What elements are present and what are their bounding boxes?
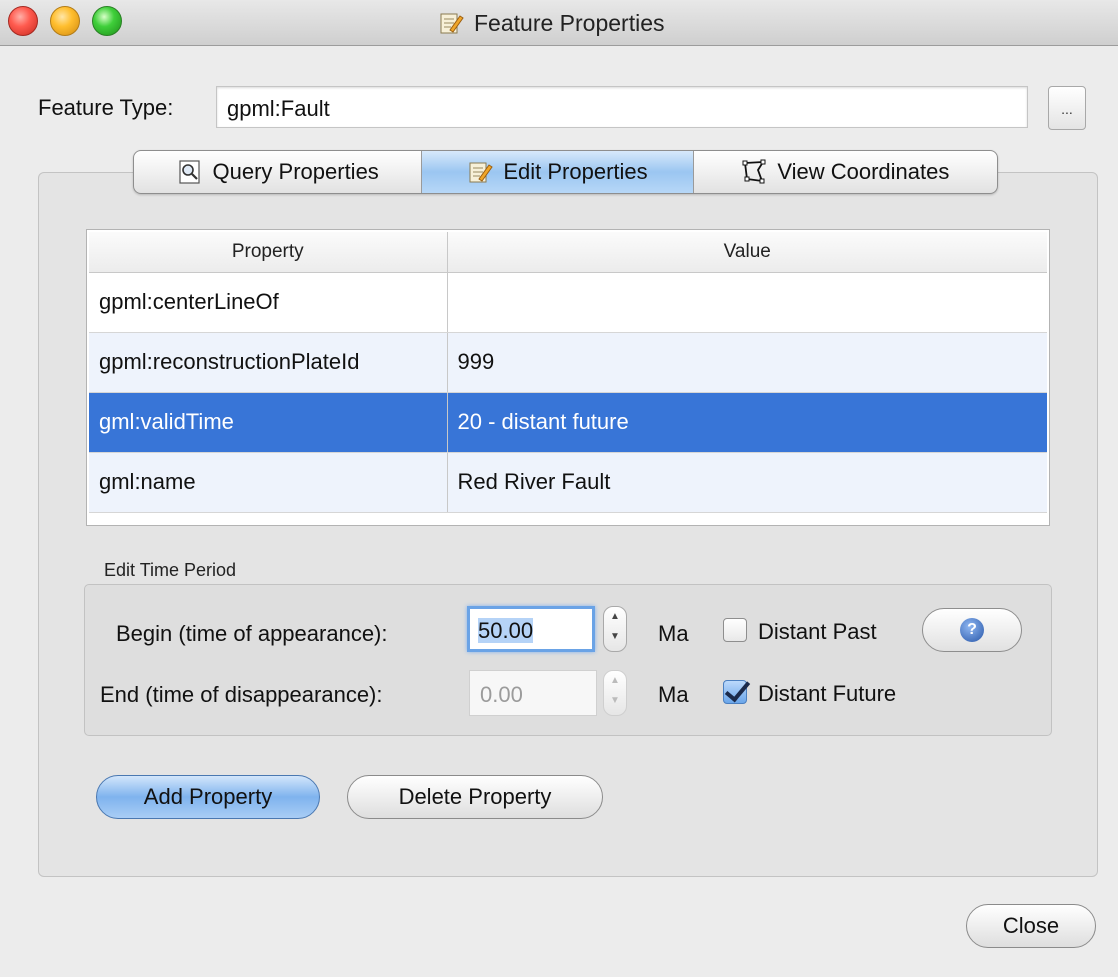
table-row-selected[interactable]: gml:validTime 20 - distant future — [89, 392, 1047, 453]
tab-edit-properties-label: Edit Properties — [503, 159, 648, 184]
time-period-group-title: Edit Time Period — [104, 560, 237, 580]
distant-future-checkbox[interactable] — [723, 680, 747, 704]
begin-time-stepper[interactable]: ▲ ▼ — [603, 606, 627, 652]
zoom-window-button[interactable] — [92, 6, 122, 36]
begin-time-input[interactable]: 50.00 — [467, 606, 595, 652]
end-time-label: End (time of disappearance): — [100, 682, 383, 707]
close-button[interactable]: Close — [966, 904, 1096, 948]
column-header-value[interactable]: Value — [447, 232, 1047, 273]
end-time-unit: Ma — [658, 682, 689, 707]
value-cell[interactable] — [447, 272, 1047, 333]
table-row[interactable]: gpml:reconstructionPlateId 999 — [89, 332, 1047, 393]
minimize-window-button[interactable] — [50, 6, 80, 36]
distant-past-checkbox[interactable] — [723, 618, 747, 642]
browse-feature-type-button[interactable]: ... — [1048, 86, 1086, 130]
end-time-stepper[interactable]: ▲ ▼ — [603, 670, 627, 716]
edit-pencil-icon — [469, 162, 494, 183]
distant-future-label: Distant Future — [758, 681, 897, 706]
magnifier-icon — [178, 160, 200, 184]
tab-edit-properties[interactable]: Edit Properties — [422, 151, 694, 193]
delete-property-button[interactable]: Delete Property — [347, 775, 603, 819]
property-cell[interactable]: gml:name — [89, 452, 448, 513]
tab-query-properties[interactable]: Query Properties — [134, 151, 423, 193]
value-cell[interactable]: Red River Fault — [447, 452, 1047, 513]
end-time-input[interactable]: 0.00 — [469, 670, 597, 716]
table-row[interactable]: gpml:centerLineOf — [89, 272, 1047, 333]
begin-time-value: 50.00 — [478, 618, 534, 643]
title-bar: Feature Properties — [0, 0, 1118, 46]
close-window-button[interactable] — [8, 6, 38, 36]
help-button[interactable]: ? — [922, 608, 1022, 652]
column-header-property[interactable]: Property — [89, 232, 448, 273]
help-question-icon: ? — [960, 618, 984, 642]
begin-time-unit: Ma — [658, 621, 689, 646]
edit-pencil-icon — [440, 13, 464, 34]
feature-type-label: Feature Type: — [38, 95, 174, 120]
value-cell[interactable]: 999 — [447, 332, 1047, 393]
add-property-button[interactable]: Add Property — [96, 775, 320, 819]
property-cell[interactable]: gpml:centerLineOf — [89, 272, 448, 333]
tab-bar: Query Properties Edit Properties View Co… — [133, 150, 998, 194]
window-title-group: Feature Properties — [438, 8, 664, 38]
table-row[interactable]: gml:name Red River Fault — [89, 452, 1047, 513]
property-cell[interactable]: gml:validTime — [89, 392, 448, 453]
tab-query-properties-label: Query Properties — [212, 159, 379, 184]
window-title: Feature Properties — [474, 9, 665, 36]
polygon-icon — [742, 159, 766, 184]
value-cell[interactable]: 20 - distant future — [447, 392, 1047, 453]
distant-past-label: Distant Past — [758, 619, 877, 644]
tab-view-coordinates-label: View Coordinates — [777, 159, 950, 184]
begin-time-label: Begin (time of appearance): — [116, 621, 388, 646]
end-time-value: 0.00 — [480, 682, 523, 707]
feature-type-field[interactable]: gpml:Fault — [216, 86, 1028, 128]
property-cell[interactable]: gpml:reconstructionPlateId — [89, 332, 448, 393]
properties-table: Property Value gpml:centerLineOf gpml:re… — [86, 229, 1050, 526]
tab-view-coordinates[interactable]: View Coordinates — [694, 151, 997, 193]
